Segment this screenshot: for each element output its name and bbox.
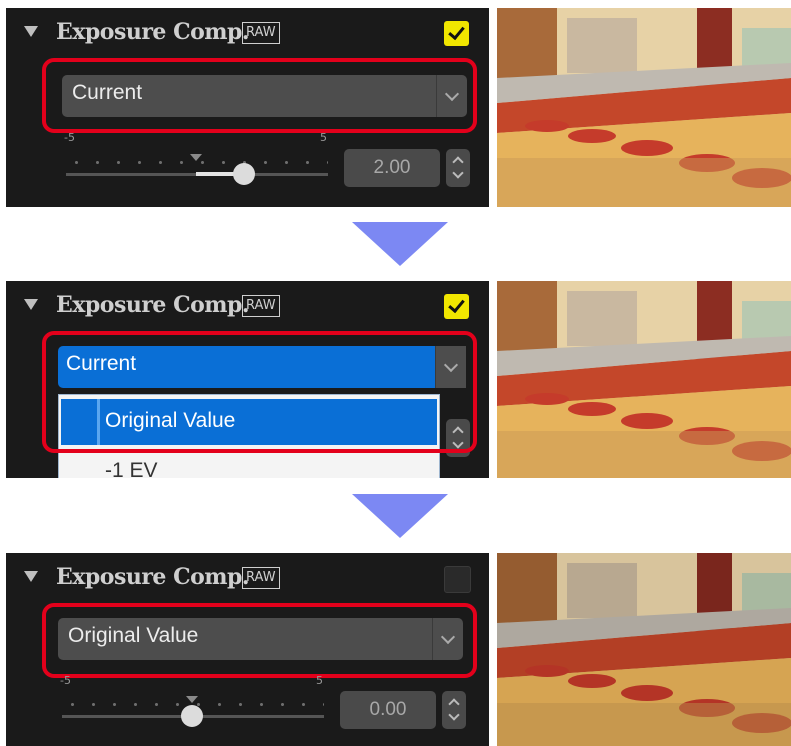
slider-min-label: -5: [60, 674, 71, 687]
slider-min-label: -5: [64, 131, 75, 144]
enable-checkbox[interactable]: [444, 21, 469, 46]
preview-image-dropdown-open: [497, 281, 791, 478]
preview-image-before: [497, 8, 791, 207]
dropdown-value: Current: [72, 81, 143, 104]
enable-checkbox[interactable]: [444, 294, 469, 319]
diner-photo: [497, 8, 791, 207]
slider-ticks: [66, 161, 328, 164]
spin-up-down-icon[interactable]: [442, 691, 466, 729]
diner-photo: [497, 553, 791, 746]
slider-max-label: 5: [320, 131, 327, 144]
slider-zero-marker: [190, 154, 202, 161]
raw-badge: RAW: [242, 295, 280, 317]
exposure-panel-after: Exposure Comp. RAW Original Value -5 5 0…: [6, 553, 489, 746]
step-down-arrow-icon: [352, 494, 448, 538]
value-input[interactable]: 2.00: [344, 149, 440, 187]
slider-knob[interactable]: [233, 163, 255, 185]
mode-dropdown[interactable]: Current: [62, 75, 467, 117]
exposure-panel-before: Exposure Comp. RAW Current -5 5 2.00: [6, 8, 489, 207]
highlight-frame: [42, 331, 477, 453]
raw-badge: RAW: [242, 22, 280, 44]
collapse-triangle-icon[interactable]: [24, 571, 38, 582]
option-minus-1ev[interactable]: -1 EV: [105, 459, 158, 478]
collapse-triangle-icon[interactable]: [24, 26, 38, 37]
slider-max-label: 5: [316, 674, 323, 687]
slider-knob[interactable]: [181, 705, 203, 727]
preview-image-after: [497, 553, 791, 746]
chevron-down-icon[interactable]: [432, 618, 463, 660]
chevron-down-icon[interactable]: [436, 75, 467, 117]
mode-dropdown[interactable]: Original Value: [58, 618, 463, 660]
exposure-panel-dropdown-open: Exposure Comp. RAW Current Original Valu…: [6, 281, 489, 478]
enable-checkbox[interactable]: [444, 566, 471, 593]
step-down-arrow-icon: [352, 222, 448, 266]
collapse-triangle-icon[interactable]: [24, 299, 38, 310]
dropdown-value: Original Value: [68, 624, 199, 647]
section-title: Exposure Comp.: [56, 564, 250, 590]
section-title: Exposure Comp.: [56, 292, 250, 318]
section-title: Exposure Comp.: [56, 19, 250, 45]
spin-up-down-icon[interactable]: [446, 149, 470, 187]
value-input[interactable]: 0.00: [340, 691, 436, 729]
slider-zero-marker: [186, 696, 198, 703]
diner-photo: [497, 281, 791, 478]
raw-badge: RAW: [242, 567, 280, 589]
